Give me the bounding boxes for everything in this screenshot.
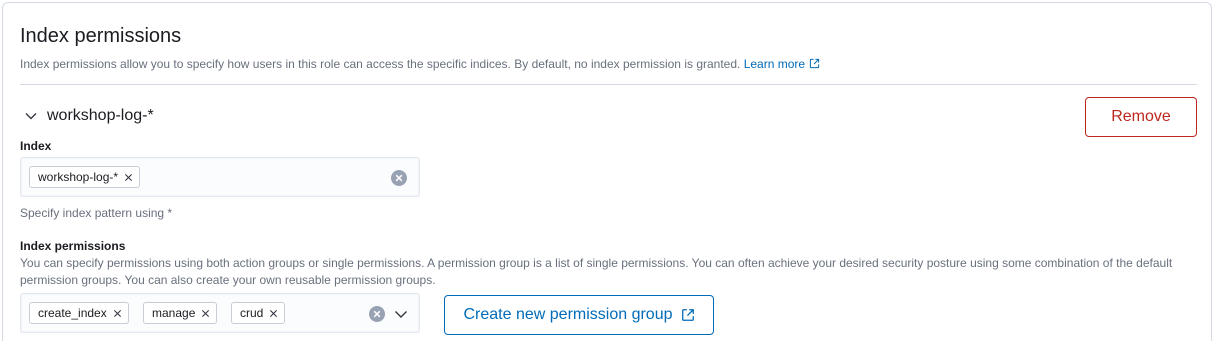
chevron-down-icon bbox=[25, 113, 37, 120]
remove-button[interactable]: Remove bbox=[1085, 97, 1197, 137]
remove-pill-icon[interactable] bbox=[113, 309, 122, 318]
remove-pill-icon[interactable] bbox=[124, 173, 133, 182]
clear-icon[interactable] bbox=[391, 170, 407, 186]
index-pill: workshop-log-* bbox=[29, 166, 141, 188]
index-pill-label: workshop-log-* bbox=[38, 170, 119, 184]
learn-more-label: Learn more bbox=[743, 57, 806, 71]
chevron-down-icon[interactable] bbox=[393, 306, 409, 322]
permission-pill: create_index bbox=[29, 302, 129, 324]
permissions-field-label: Index permissions bbox=[20, 239, 126, 253]
create-permission-group-label: Create new permission group bbox=[463, 306, 673, 323]
permissions-field-help: You can specify permissions using both a… bbox=[20, 256, 1173, 287]
index-combobox[interactable]: workshop-log-* bbox=[20, 157, 420, 197]
external-link-icon bbox=[809, 58, 820, 69]
permission-pill-label: create_index bbox=[38, 306, 107, 320]
create-permission-group-button[interactable]: Create new permission group bbox=[444, 295, 714, 335]
accordion-title: workshop-log-* bbox=[47, 107, 154, 124]
learn-more-link[interactable]: Learn more bbox=[744, 57, 820, 71]
permissions-combobox[interactable]: create_index manage crud bbox=[20, 293, 420, 333]
index-permissions-panel: Index permissions Index permissions allo… bbox=[2, 2, 1212, 341]
description-text: Index permissions allow you to specify h… bbox=[20, 57, 741, 71]
permission-pill: crud bbox=[231, 302, 286, 324]
external-link-icon bbox=[681, 309, 694, 321]
section-divider bbox=[20, 84, 1197, 85]
index-field-help: Specify index pattern using * bbox=[20, 206, 173, 220]
clear-icon[interactable] bbox=[369, 306, 385, 322]
permission-pill-label: manage bbox=[152, 306, 196, 320]
remove-pill-icon[interactable] bbox=[201, 309, 210, 318]
remove-pill-icon[interactable] bbox=[269, 309, 278, 318]
permission-pill: manage bbox=[143, 302, 218, 324]
index-field-label: Index bbox=[20, 139, 52, 153]
accordion-toggle[interactable]: workshop-log-* bbox=[23, 107, 154, 125]
section-description: Index permissions allow you to specify h… bbox=[20, 57, 820, 71]
permission-pill-label: crud bbox=[240, 306, 264, 320]
section-title: Index permissions bbox=[20, 25, 182, 47]
